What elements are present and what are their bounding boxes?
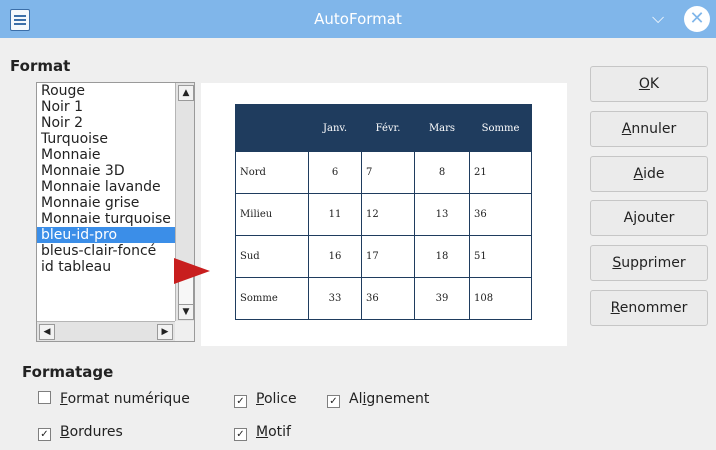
format-list-item[interactable]: Monnaie lavande <box>37 179 175 195</box>
header-cell: Févr. <box>361 104 415 152</box>
checkbox-box[interactable] <box>38 391 51 404</box>
format-label: Format <box>10 57 71 75</box>
value-cell: 36 <box>361 277 415 320</box>
scroll-up-icon[interactable]: ▲ <box>178 85 194 101</box>
help-key: A <box>633 166 644 182</box>
row-label-cell: Nord <box>235 151 309 194</box>
red-arrow-icon <box>174 258 210 284</box>
cancel-rest: nnuler <box>631 121 677 137</box>
add-pre: A <box>623 210 634 226</box>
value-cell: 8 <box>414 151 470 194</box>
checkbox-box[interactable]: ✓ <box>327 395 340 408</box>
table-row: Sud 16 17 18 51 <box>235 235 532 278</box>
value-cell: 18 <box>414 235 470 278</box>
font-key: P <box>256 391 264 407</box>
value-cell: 13 <box>414 193 470 236</box>
value-cell: 36 <box>469 193 532 236</box>
format-list-item[interactable]: Monnaie grise <box>37 195 175 211</box>
title-bar: AutoFormat ⌵ ✕ <box>0 0 716 38</box>
formatage-label: Formatage <box>22 363 114 381</box>
header-cell: Somme <box>469 104 532 152</box>
format-list-items: Rouge Noir 1 Noir 2 Turquoise Monnaie Monnaie… <box>37 83 175 321</box>
format-list-item[interactable]: Monnaie 3D <box>37 163 175 179</box>
font-checkbox[interactable]: ✓ Police <box>234 391 297 408</box>
cancel-button[interactable]: Annuler <box>590 111 708 147</box>
format-list-item[interactable]: Rouge <box>37 83 175 99</box>
ok-rest: K <box>649 76 660 92</box>
add-rest: outer <box>637 210 675 226</box>
rename-key: R <box>610 300 620 316</box>
rename-rest: enommer <box>619 300 688 316</box>
table-row: Nord 6 7 8 21 <box>235 151 532 194</box>
window-title: AutoFormat <box>314 10 402 28</box>
format-list-item[interactable]: bleus-clair-foncé <box>37 243 175 259</box>
scroll-down-icon[interactable]: ▼ <box>178 304 194 320</box>
header-cell: Janv. <box>308 104 362 152</box>
checkbox-box[interactable]: ✓ <box>38 428 51 441</box>
header-cell <box>235 104 309 152</box>
format-list-item[interactable]: Monnaie turquoise <box>37 211 175 227</box>
checkbox-box[interactable]: ✓ <box>234 428 247 441</box>
help-button[interactable]: Aide <box>590 156 708 192</box>
delete-rest: upprimer <box>621 255 686 271</box>
format-list[interactable]: Rouge Noir 1 Noir 2 Turquoise Monnaie Monnaie… <box>36 82 195 342</box>
ok-button[interactable]: OK <box>590 66 708 102</box>
value-cell: 6 <box>308 151 362 194</box>
table-row: Milieu 11 12 13 36 <box>235 193 532 236</box>
row-label-cell: Milieu <box>235 193 309 236</box>
value-cell: 16 <box>308 235 362 278</box>
checkbox-box[interactable]: ✓ <box>234 395 247 408</box>
cancel-key: A <box>621 121 632 137</box>
pattern-checkbox[interactable]: ✓ Motif <box>234 424 291 441</box>
header-cell: Mars <box>414 104 470 152</box>
number-format-checkbox[interactable]: Format numérique <box>38 391 190 407</box>
alignment-checkbox[interactable]: ✓ Alignement <box>327 391 429 408</box>
row-label-cell: Somme <box>235 277 309 320</box>
alignment-rest: gnement <box>366 391 430 407</box>
borders-key: B <box>60 424 70 440</box>
borders-checkbox[interactable]: ✓ Bordures <box>38 424 123 441</box>
format-list-item[interactable]: id tableau <box>37 259 175 275</box>
value-cell: 17 <box>361 235 415 278</box>
chevron-down-icon[interactable]: ⌵ <box>652 8 664 28</box>
value-cell: 33 <box>308 277 362 320</box>
format-list-item[interactable]: Noir 2 <box>37 115 175 131</box>
delete-key: S <box>612 255 622 271</box>
add-button[interactable]: Ajouter <box>590 200 708 236</box>
scroll-left-icon[interactable]: ◀ <box>39 324 55 340</box>
number-format-key: F <box>60 391 68 407</box>
value-cell: 12 <box>361 193 415 236</box>
pattern-key: M <box>256 424 269 440</box>
borders-rest: ordures <box>69 424 123 440</box>
format-list-item[interactable]: Noir 1 <box>37 99 175 115</box>
alignment-pre: Al <box>349 391 363 407</box>
vertical-scrollbar[interactable]: ▲ ▼ <box>175 83 194 321</box>
row-label-cell: Sud <box>235 235 309 278</box>
format-list-item[interactable]: bleu-id-pro <box>37 227 175 243</box>
help-rest: ide <box>643 166 665 182</box>
ok-key: O <box>638 76 650 92</box>
number-format-rest: ormat numérique <box>67 391 190 407</box>
value-cell: 51 <box>469 235 532 278</box>
horizontal-scrollbar[interactable]: ◀ ▶ <box>37 321 175 341</box>
font-rest: olice <box>263 391 297 407</box>
close-icon[interactable]: ✕ <box>684 6 710 32</box>
scroll-right-icon[interactable]: ▶ <box>157 324 173 340</box>
value-cell: 108 <box>469 277 532 320</box>
value-cell: 21 <box>469 151 532 194</box>
delete-button[interactable]: Supprimer <box>590 245 708 281</box>
scrollbar-corner <box>175 321 194 341</box>
format-list-item[interactable]: Monnaie <box>37 147 175 163</box>
preview-table: Janv. Févr. Mars Somme Nord 6 7 8 21 Milieu 11… <box>235 104 532 320</box>
value-cell: 39 <box>414 277 470 320</box>
pattern-rest: otif <box>268 424 291 440</box>
rename-button[interactable]: Renommer <box>590 290 708 326</box>
preview-header-row: Janv. Févr. Mars Somme <box>235 104 532 152</box>
value-cell: 11 <box>308 193 362 236</box>
table-row: Somme 33 36 39 108 <box>235 277 532 320</box>
value-cell: 7 <box>361 151 415 194</box>
format-list-item[interactable]: Turquoise <box>37 131 175 147</box>
